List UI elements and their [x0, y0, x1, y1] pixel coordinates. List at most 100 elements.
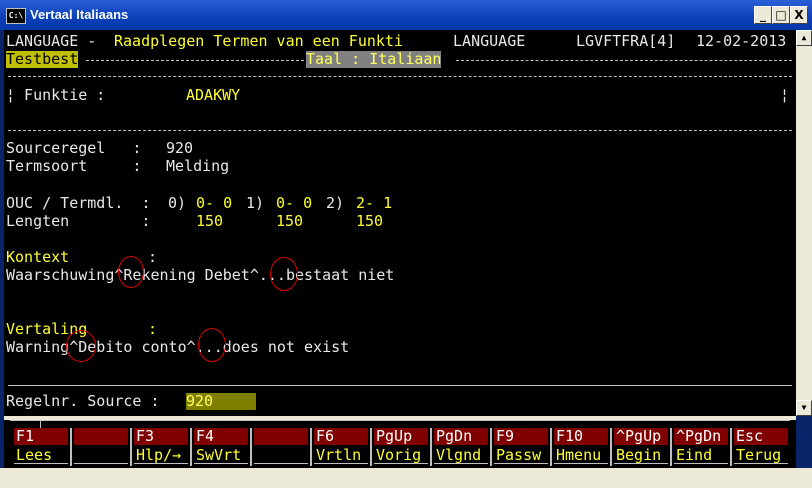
fkey-f2-button[interactable] — [74, 428, 128, 466]
fkey-label: Eind — [674, 447, 728, 464]
fkey-key: F4 — [194, 428, 248, 445]
fkey-separator — [670, 428, 672, 466]
fkey-separator — [730, 428, 732, 466]
fkey-key: F6 — [314, 428, 368, 445]
app-window: C:\ Vertaal Italiaans _ □ X LANGUAGE - R… — [0, 0, 812, 488]
length-value-1: 150 — [276, 212, 304, 230]
length-value-2: 150 — [356, 212, 384, 230]
fkey-label: Vorig — [374, 447, 428, 464]
fkey-label: SwVrt — [194, 447, 248, 464]
funktie-value: ADAKWY — [186, 86, 241, 104]
box-bottom-border — [8, 130, 792, 131]
fkey-separator — [130, 428, 132, 466]
fkey-pgdn-button[interactable]: PgDn Vlgnd — [434, 428, 488, 466]
fkey-key — [254, 428, 308, 445]
fkey-separator — [610, 428, 612, 466]
annotation-circle — [66, 330, 96, 362]
fkey-separator — [550, 428, 552, 466]
window-title: Vertaal Italiaans — [30, 7, 129, 22]
fkey-key: F10 — [554, 428, 608, 445]
fkey-label: Passw — [494, 447, 548, 464]
fkey-key: ^PgUp — [614, 428, 668, 445]
scroll-down-icon[interactable]: ▼ — [796, 400, 812, 416]
kontext-text: Waarschuwing^Rekening Debet^...bestaat n… — [6, 266, 395, 284]
fkey-f5-button[interactable] — [254, 428, 308, 466]
fkey-key — [74, 428, 128, 445]
termsoort-value: Melding — [166, 157, 230, 175]
fkey-label: Begin — [614, 447, 668, 464]
fkey-key: Esc — [734, 428, 788, 445]
maximize-button[interactable]: □ — [772, 6, 790, 24]
testbest-badge: Testbest — [6, 50, 79, 68]
fkey-separator — [310, 428, 312, 466]
fkey-pgup-button[interactable]: PgUp Vorig — [374, 428, 428, 466]
title-bar[interactable]: C:\ Vertaal Italiaans _ □ X — [0, 0, 812, 30]
fkey-label: Terug — [734, 447, 788, 464]
header-title: Raadplegen Termen van een Funkti — [114, 32, 403, 50]
scroll-up-icon[interactable]: ▲ — [796, 30, 812, 46]
divider — [8, 385, 792, 386]
fkey-label — [74, 447, 128, 464]
header-date: 12-02-2013 — [696, 32, 787, 50]
function-key-bar: F1 Lees F3 Hlp/→ F4 SwVrt F6 Vrtln PgUp … — [4, 420, 796, 468]
sourceregel-label: Sourceregel : — [6, 139, 142, 157]
fkey-separator — [490, 428, 492, 466]
fkey-f1-button[interactable]: F1 Lees — [14, 428, 68, 466]
fkey-f4-button[interactable]: F4 SwVrt — [194, 428, 248, 466]
kontext-colon: : — [148, 248, 158, 266]
fkey-key: PgUp — [374, 428, 428, 445]
fkey-key: F1 — [14, 428, 68, 445]
fkey-esc-button[interactable]: Esc Terug — [734, 428, 788, 466]
fkey-label: Hlp/→ — [134, 447, 188, 464]
fkey-f3-button[interactable]: F3 Hlp/→ — [134, 428, 188, 466]
fkey-separator — [190, 428, 192, 466]
box-right-border: ¦ — [780, 86, 790, 104]
lengten-label: Lengten : — [6, 212, 151, 230]
fkey-key: ^PgDn — [674, 428, 728, 445]
header-module: LANGUAGE — [444, 32, 526, 50]
regelnr-label: Regelnr. Source : — [6, 392, 160, 410]
ouc-value-0: 0- 0 — [196, 194, 233, 212]
ouc-index-1: 1) — [246, 194, 265, 212]
vertaling-colon: : — [148, 320, 158, 338]
box-top-border — [8, 76, 792, 77]
fkey-f10-button[interactable]: F10 Hmenu — [554, 428, 608, 466]
minimize-button[interactable]: _ — [754, 6, 772, 24]
fkey-separator — [250, 428, 252, 466]
fkey-key: F3 — [134, 428, 188, 445]
ouc-value-1: 0- 0 — [276, 194, 313, 212]
fkey-separator — [70, 428, 72, 466]
fkey-label — [254, 447, 308, 464]
header-program-code: LGVFTFRA[4] — [576, 32, 676, 50]
annotation-circle — [270, 257, 298, 291]
annotation-circle — [198, 328, 226, 362]
ouc-value-2: 2- 1 — [356, 194, 393, 212]
fkey-label: Vlgnd — [434, 447, 488, 464]
fkey-label: Lees — [14, 447, 68, 464]
cursor-marker — [40, 420, 41, 428]
fkey-separator — [370, 428, 372, 466]
fkey-ctrl-pgdn-button[interactable]: ^PgDn Eind — [674, 428, 728, 466]
close-button[interactable]: X — [790, 6, 808, 24]
fkey-f9-button[interactable]: F9 Passw — [494, 428, 548, 466]
length-value-0: 150 — [196, 212, 224, 230]
fkey-label: Vrtln — [314, 447, 368, 464]
fkey-key: PgDn — [434, 428, 488, 445]
regelnr-input[interactable]: 920 — [186, 393, 256, 410]
console-screen[interactable]: LANGUAGE - Raadplegen Termen van een Fun… — [4, 30, 796, 416]
fkey-label: Hmenu — [554, 447, 608, 464]
fkey-f6-button[interactable]: F6 Vrtln — [314, 428, 368, 466]
ouc-label: OUC / Termdl. : — [6, 194, 151, 212]
fkey-separator — [430, 428, 432, 466]
status-bar — [0, 468, 812, 488]
divider — [86, 60, 304, 61]
fkey-ctrl-pgup-button[interactable]: ^PgUp Begin — [614, 428, 668, 466]
vertical-scrollbar[interactable]: ▲ ▼ — [796, 30, 812, 416]
ouc-index-0: 0) — [168, 194, 187, 212]
console-icon[interactable]: C:\ — [6, 8, 26, 24]
funktie-label: ¦ Funktie : — [6, 86, 106, 104]
divider — [10, 420, 790, 421]
ouc-index-2: 2) — [326, 194, 345, 212]
language-badge: Taal : Italiaan — [306, 50, 442, 68]
annotation-circle — [118, 256, 144, 288]
